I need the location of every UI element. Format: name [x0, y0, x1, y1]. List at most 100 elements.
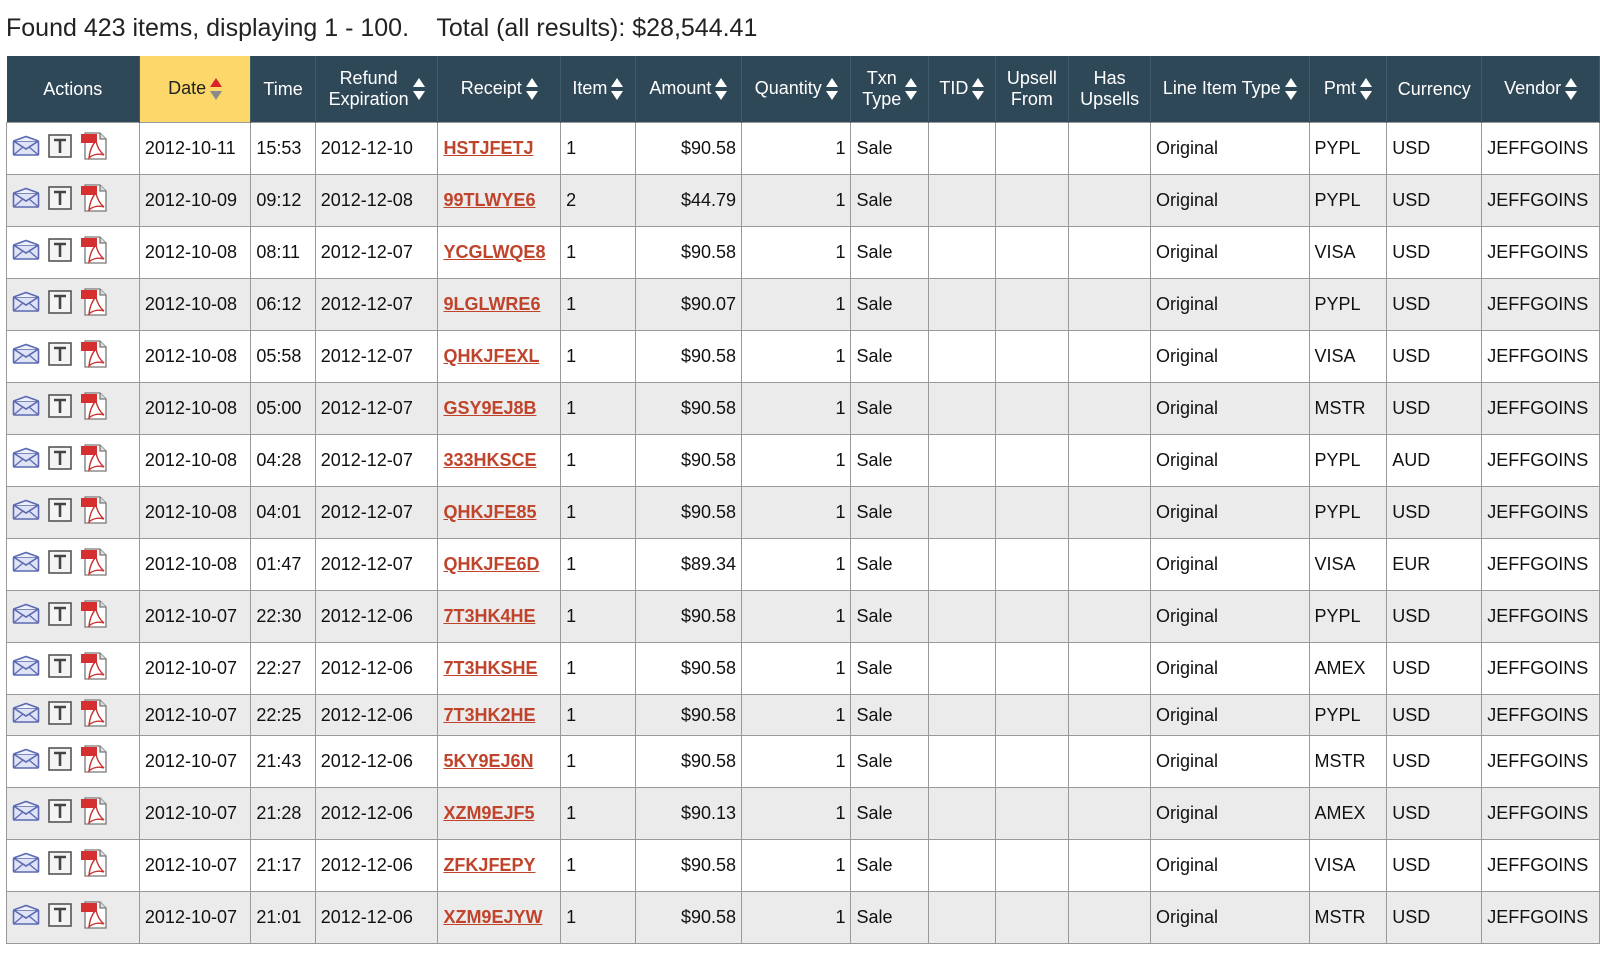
receipt-link[interactable]: 7T3HKSHE	[443, 658, 537, 678]
text-t-icon[interactable]	[48, 550, 72, 579]
pdf-icon[interactable]	[80, 796, 110, 831]
text-t-icon[interactable]	[48, 238, 72, 267]
sort-arrows-icon[interactable]	[412, 78, 425, 100]
sort-arrows-icon[interactable]	[611, 78, 624, 101]
cell-refund-expiration: 2012-12-10	[314, 122, 439, 175]
cell-currency: USD	[1386, 382, 1483, 435]
cell-amount: $90.58	[634, 590, 743, 643]
pdf-icon[interactable]	[80, 287, 110, 322]
col-header-receipt[interactable]: Receipt	[437, 56, 562, 123]
pdf-icon[interactable]	[80, 547, 110, 582]
text-t-icon[interactable]	[48, 446, 72, 475]
sort-arrows-icon[interactable]	[972, 78, 985, 101]
envelope-icon[interactable]	[12, 187, 40, 214]
receipt-link[interactable]: QHKJFE85	[443, 502, 536, 522]
text-t-icon[interactable]	[48, 290, 72, 319]
cell-time: 21:43	[250, 735, 316, 788]
text-t-icon[interactable]	[48, 851, 72, 880]
pdf-icon[interactable]	[80, 183, 110, 218]
envelope-icon[interactable]	[12, 800, 40, 827]
sort-arrows-icon[interactable]	[825, 78, 838, 101]
text-t-icon[interactable]	[48, 498, 72, 527]
pdf-icon[interactable]	[80, 744, 110, 779]
receipt-link[interactable]: XZM9EJF5	[443, 803, 534, 823]
pdf-icon[interactable]	[80, 599, 110, 634]
col-header-tid[interactable]: TID	[928, 56, 996, 123]
cell-tid	[928, 694, 996, 736]
text-t-icon[interactable]	[48, 342, 72, 371]
pdf-icon[interactable]	[80, 339, 110, 374]
pdf-icon[interactable]	[80, 495, 110, 530]
sort-arrows-icon[interactable]	[1565, 78, 1578, 101]
sort-arrows-icon[interactable]	[525, 78, 538, 101]
sort-arrows-icon[interactable]	[715, 78, 728, 101]
receipt-link[interactable]: GSY9EJ8B	[443, 398, 536, 418]
pdf-icon[interactable]	[80, 698, 110, 733]
sort-arrows-icon[interactable]	[210, 78, 223, 101]
text-t-icon[interactable]	[48, 799, 72, 828]
cell-item: 1	[560, 787, 636, 840]
col-header-line-item-type[interactable]: Line Item Type	[1150, 56, 1310, 123]
col-header-item[interactable]: Item	[560, 56, 636, 123]
envelope-icon[interactable]	[12, 343, 40, 370]
receipt-link[interactable]: 333HKSCE	[443, 450, 536, 470]
cell-vendor: JEFFGOINS	[1481, 174, 1600, 227]
sort-arrows-icon[interactable]	[1359, 78, 1372, 101]
cell-tid	[928, 891, 996, 944]
envelope-icon[interactable]	[12, 395, 40, 422]
col-header-vendor[interactable]: Vendor	[1481, 56, 1600, 123]
sort-arrows-icon[interactable]	[1284, 78, 1297, 101]
cell-quantity: 1	[741, 330, 852, 383]
receipt-link[interactable]: ZFKJFEPY	[443, 855, 535, 875]
envelope-icon[interactable]	[12, 291, 40, 318]
receipt-link[interactable]: 99TLWYE6	[443, 190, 535, 210]
pdf-icon[interactable]	[80, 443, 110, 478]
envelope-icon[interactable]	[12, 551, 40, 578]
envelope-icon[interactable]	[12, 447, 40, 474]
pdf-icon[interactable]	[80, 235, 110, 270]
envelope-icon[interactable]	[12, 702, 40, 729]
pdf-icon[interactable]	[80, 848, 110, 883]
pdf-icon[interactable]	[80, 131, 110, 166]
text-t-icon[interactable]	[48, 654, 72, 683]
cell-line-item-type: Original	[1150, 891, 1310, 944]
col-header-date[interactable]: Date	[139, 56, 252, 123]
text-t-icon[interactable]	[48, 394, 72, 423]
pdf-icon[interactable]	[80, 900, 110, 935]
col-header-amount[interactable]: Amount	[635, 56, 743, 123]
text-t-icon[interactable]	[48, 700, 72, 730]
text-t-icon[interactable]	[48, 602, 72, 631]
receipt-link[interactable]: 7T3HK4HE	[443, 606, 535, 626]
envelope-icon[interactable]	[12, 135, 40, 162]
envelope-icon[interactable]	[12, 603, 40, 630]
receipt-link[interactable]: 7T3HK2HE	[443, 705, 535, 725]
receipt-link[interactable]: 9LGLWRE6	[443, 294, 540, 314]
envelope-icon[interactable]	[12, 655, 40, 682]
receipt-link[interactable]: YCGLWQE8	[443, 242, 545, 262]
cell-line-item-type: Original	[1150, 330, 1310, 383]
envelope-icon[interactable]	[12, 904, 40, 931]
cell-time: 05:58	[250, 330, 316, 383]
receipt-link[interactable]: QHKJFE6D	[443, 554, 539, 574]
envelope-icon[interactable]	[12, 499, 40, 526]
text-t-icon[interactable]	[48, 747, 72, 776]
pdf-icon[interactable]	[80, 391, 110, 426]
receipt-link[interactable]: XZM9EJYW	[443, 907, 542, 927]
text-t-icon[interactable]	[48, 903, 72, 932]
col-header-time[interactable]: Time	[250, 56, 316, 123]
cell-receipt: XZM9EJF5	[437, 787, 562, 840]
sort-arrows-icon[interactable]	[905, 78, 918, 100]
receipt-link[interactable]: HSTJFETJ	[443, 138, 533, 158]
envelope-icon[interactable]	[12, 239, 40, 266]
envelope-icon[interactable]	[12, 748, 40, 775]
envelope-icon[interactable]	[12, 852, 40, 879]
text-t-icon[interactable]	[48, 134, 72, 163]
receipt-link[interactable]: 5KY9EJ6N	[443, 751, 533, 771]
col-header-quantity[interactable]: Quantity	[741, 56, 852, 123]
col-header-refund-expiration[interactable]: Refund Expiration	[315, 56, 439, 123]
receipt-link[interactable]: QHKJFEXL	[443, 346, 539, 366]
col-header-pmt[interactable]: Pmt	[1309, 56, 1388, 123]
col-header-txn-type[interactable]: Txn Type	[850, 56, 930, 123]
text-t-icon[interactable]	[48, 186, 72, 215]
pdf-icon[interactable]	[80, 651, 110, 686]
